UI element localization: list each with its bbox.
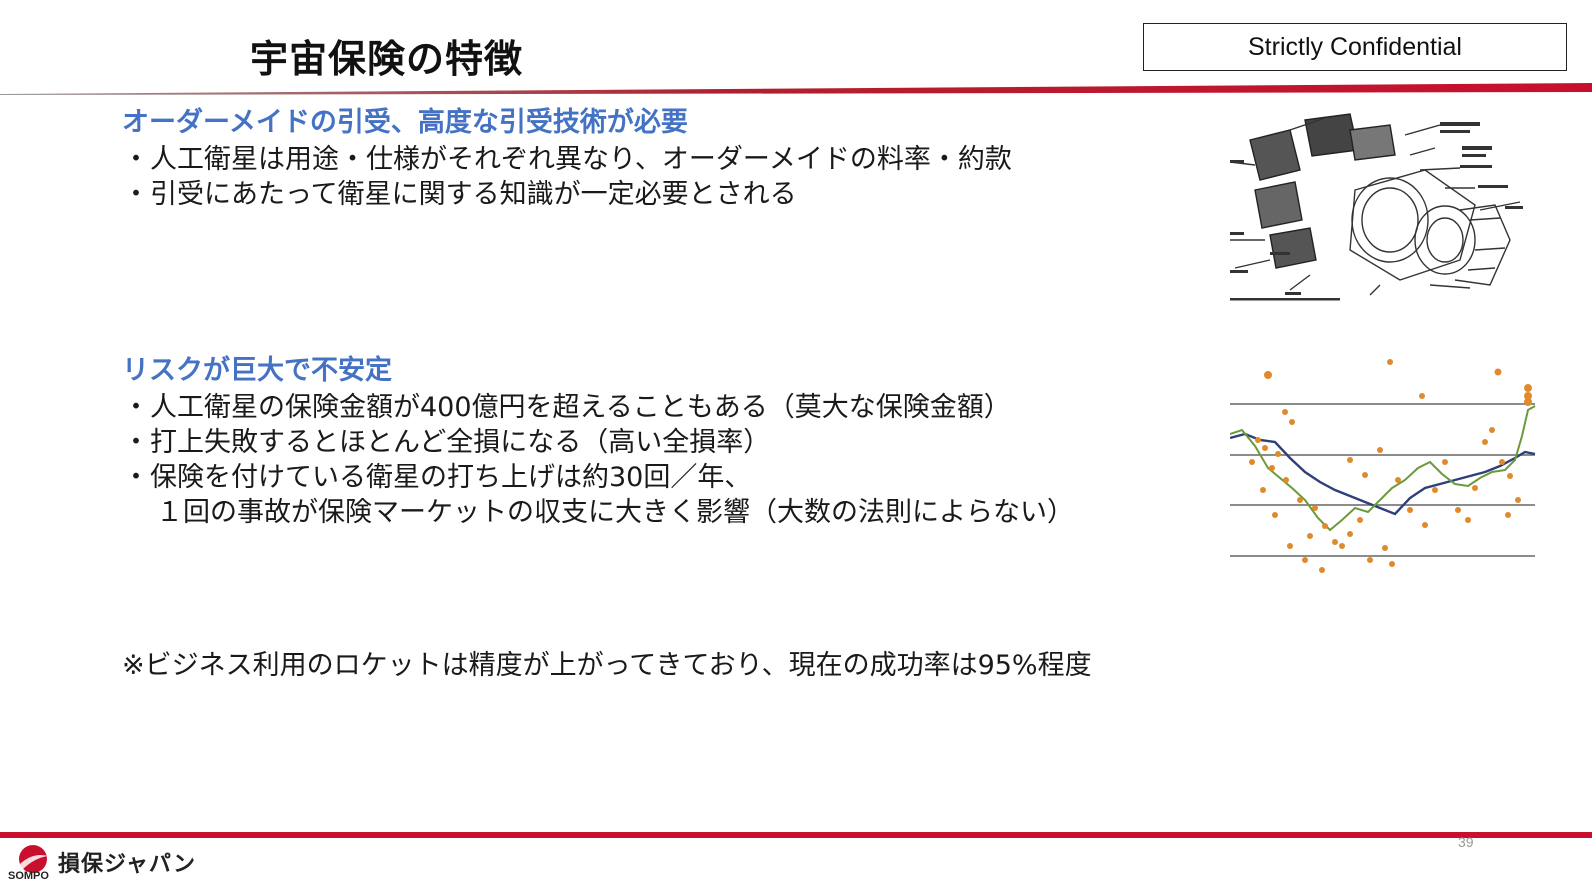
bullet-item: ・引受にあたって衛星に関する知識が一定必要とされる [122, 179, 797, 210]
bullet-item: ・人工衛星は用途・仕様がそれぞれ異なり、オーダーメイドの料率・約款 [122, 144, 1012, 175]
bullet-item: ・打上失敗するとほとんど全損になる（高い全損率） [122, 427, 771, 458]
section-heading: オーダーメイドの引受、高度な引受技術が必要 [122, 107, 688, 138]
header-rule [0, 83, 1592, 95]
bullet-item: ・保険を付けている衛星の打ち上げは約30回／年、 [122, 462, 752, 493]
company-logo: SOMPO 損保ジャパン [8, 840, 208, 890]
logo-company-name: 損保ジャパン [58, 852, 197, 877]
footnote: ※ビジネス利用のロケットは精度が上がってきており、現在の成功率は95%程度 [122, 650, 1092, 681]
confidential-badge: Strictly Confidential [1143, 23, 1567, 71]
satellite-diagram-icon [1230, 113, 1523, 301]
page-number: 39 [1458, 834, 1474, 850]
section-large-risk: リスクが巨大で不安定 ・人工衛星の保険金額が400億円を超えることもある（莫大な… [122, 352, 1074, 530]
section-heading: リスクが巨大で不安定 [122, 355, 392, 386]
bullet-continuation: １回の事故が保険マーケットの収支に大きく影響（大数の法則によらない） [156, 497, 1074, 528]
section-custom-underwriting: オーダーメイドの引受、高度な引受技術が必要 ・人工衛星は用途・仕様がそれぞれ異な… [122, 104, 1012, 212]
footer-rule [0, 832, 1592, 838]
logo-sompo-text: SOMPO [8, 870, 49, 882]
loss-ratio-scatter-icon [1230, 359, 1536, 573]
page-title: 宇宙保険の特徴 [250, 37, 524, 81]
bullet-item: ・人工衛星の保険金額が400億円を超えることもある（莫大な保険金額） [122, 392, 1011, 423]
